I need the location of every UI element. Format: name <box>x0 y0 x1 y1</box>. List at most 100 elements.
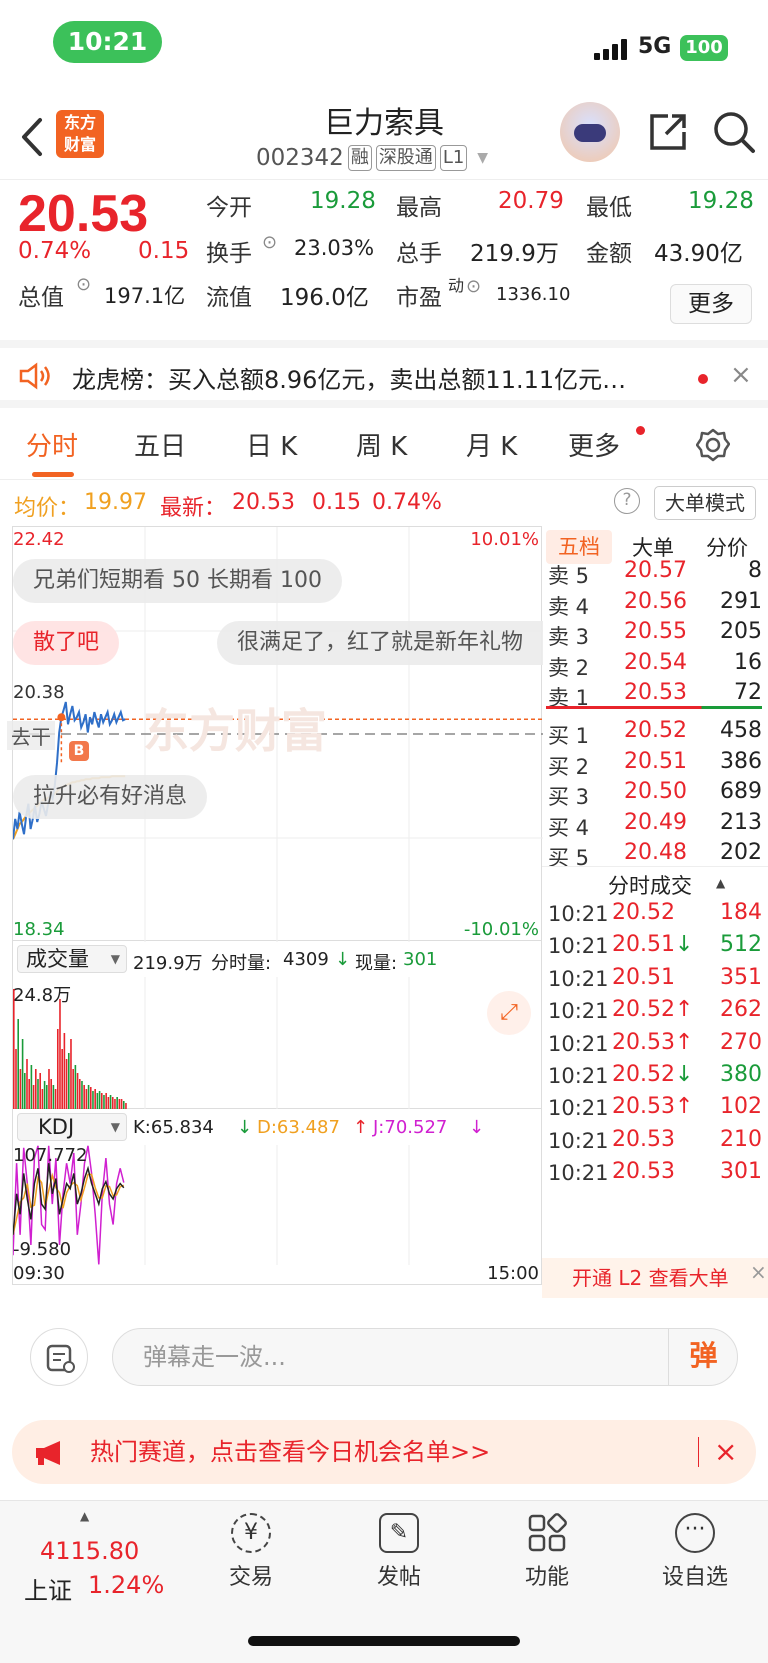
tab-more[interactable]: 更多 <box>568 426 620 463</box>
nav-watchlist[interactable]: ··· 设自选 <box>640 1513 750 1591</box>
info-icon[interactable]: ⊙ <box>262 232 277 253</box>
amount-label: 金额 <box>586 241 632 267</box>
volume-bar <box>122 1101 125 1109</box>
trade-price: 20.52 <box>612 900 675 925</box>
ask-row[interactable]: 卖 3 20.55 205 <box>548 617 762 649</box>
volume-bar <box>54 1089 57 1109</box>
info-icon[interactable]: ⊙ <box>466 276 481 297</box>
trade-price: 20.52↓ <box>612 1062 693 1087</box>
assistant-robot-icon[interactable] <box>560 102 620 162</box>
nav-trade[interactable]: ¥ 交易 <box>196 1513 306 1591</box>
x-start-time: 09:30 <box>13 1263 65 1284</box>
share-icon[interactable] <box>646 110 690 154</box>
order-book: 五档 大单 分价 卖 5 20.57 8 卖 4 20.56 291 卖 3 20.55 205… <box>542 526 768 1298</box>
tab-intraday[interactable]: 分时 <box>26 426 78 463</box>
volume-bar <box>107 1097 110 1109</box>
expand-icon[interactable]: ⤢ <box>487 991 531 1035</box>
bid-row[interactable]: 买 1 20.52 458 <box>548 716 762 748</box>
quote-panel: 20.53 0.74% 0.15 今开 19.28 最高 20.79 最低 19… <box>0 180 768 338</box>
pe-label: 市盈 <box>396 285 442 311</box>
bid-row[interactable]: 买 3 20.50 689 <box>548 777 762 809</box>
close-icon[interactable]: × <box>730 360 752 390</box>
volume-bar <box>89 1087 92 1109</box>
tab-five-day[interactable]: 五日 <box>134 426 186 463</box>
trade-row: 10:21 20.53 210 <box>548 1125 762 1159</box>
stock-code-row[interactable]: 002342 融 深股通 L1 ▼ <box>256 144 488 172</box>
tab-monthly-k[interactable]: 月 K <box>466 426 517 463</box>
trade-volume: 380 <box>720 1062 762 1087</box>
more-dots-icon: ··· <box>675 1513 715 1553</box>
bid-row[interactable]: 买 4 20.49 213 <box>548 808 762 840</box>
chevron-down-icon[interactable]: ▼ <box>477 150 488 166</box>
tab-daily-k[interactable]: 日 K <box>246 426 297 463</box>
bid-row[interactable]: 买 2 20.51 386 <box>548 747 762 779</box>
search-icon[interactable] <box>712 110 756 154</box>
volume-indicator-select[interactable]: 成交量 ▼ <box>17 945 127 973</box>
down-arrow-icon: ↓ <box>237 1117 253 1138</box>
news-ticker[interactable]: 龙虎榜：买入总额8.96亿元，卖出总额11.11亿元… × <box>0 340 768 408</box>
volume-bar <box>63 1033 66 1109</box>
volume-bar <box>39 1073 41 1109</box>
danmaku-bubble[interactable]: 兄弟们短期看 50 长期看 100 <box>13 559 342 603</box>
current-volume-label: 现量: <box>355 953 398 974</box>
promo-banner[interactable]: 热门赛道，点击查看今日机会名单>> × <box>12 1420 756 1484</box>
tab-weekly-k[interactable]: 周 K <box>356 426 407 463</box>
level-price: 20.49 <box>624 809 687 835</box>
trade-time: 10:21 <box>548 1161 609 1186</box>
unread-dot <box>698 374 708 384</box>
danmaku-settings-icon[interactable] <box>30 1328 88 1386</box>
trade-time: 10:21 <box>548 902 609 926</box>
ask-row[interactable]: 卖 2 20.54 16 <box>548 648 762 680</box>
trade-price-value: 20.52 <box>612 997 675 1023</box>
chevron-up-icon[interactable]: ▲ <box>716 876 725 890</box>
avg-label: 均价： <box>14 496 81 521</box>
ask-row[interactable]: 卖 5 20.57 8 <box>548 556 762 588</box>
level-volume: 202 <box>720 840 762 865</box>
nav-functions[interactable]: 功能 <box>492 1513 602 1591</box>
promo-text: 热门赛道，点击查看今日机会名单>> <box>90 1438 491 1466</box>
volume-bar <box>116 1097 118 1109</box>
help-icon[interactable]: ? <box>614 488 640 514</box>
danmaku-bubble[interactable]: 拉升必有好消息 <box>13 775 208 819</box>
more-dot <box>636 426 645 435</box>
ask-row[interactable]: 卖 4 20.56 291 <box>548 587 762 619</box>
danmaku-bubble[interactable]: 去干 <box>7 721 55 750</box>
buy-marker[interactable]: B <box>69 741 89 761</box>
volume-bar <box>56 1029 59 1109</box>
danmaku-send-button[interactable]: 弹 <box>668 1328 738 1386</box>
more-quote-button[interactable]: 更多 <box>670 284 752 324</box>
grid-icon <box>527 1513 567 1553</box>
info-icon[interactable]: ⊙ <box>76 274 91 295</box>
close-icon[interactable]: × <box>714 1420 737 1484</box>
volume-selector-label: 成交量 <box>26 947 89 971</box>
volume-bar <box>28 1079 30 1109</box>
danmaku-input[interactable]: 弹幕走一波... <box>112 1328 738 1386</box>
trade-volume: 184 <box>720 900 762 925</box>
trade-row: 10:21 20.52 184 <box>548 898 762 932</box>
nav-post[interactable]: ✎ 发帖 <box>344 1513 454 1591</box>
l2-upgrade-banner[interactable]: 开通 L2 查看大单 <box>542 1258 768 1298</box>
news-text: 龙虎榜：买入总额8.96亿元，卖出总额11.11亿元… <box>72 366 627 394</box>
volume-bar <box>30 1065 33 1109</box>
big-order-mode-button[interactable]: 大单模式 <box>654 486 756 520</box>
index-ticker[interactable]: ▲ 4115.80 上证 1.24% <box>10 1509 170 1619</box>
trade-price-value: 20.51 <box>612 964 675 990</box>
volume-bar <box>100 1093 103 1109</box>
danmaku-bubble[interactable]: 很满足了，红了就是新年礼物 <box>217 621 543 665</box>
megaphone-icon <box>36 1441 60 1465</box>
open-label: 今开 <box>206 195 252 221</box>
volume-bar <box>81 1081 83 1109</box>
speaker-icon <box>19 362 50 390</box>
trade-price: 20.51 <box>612 965 675 990</box>
volume-total: 219.9万 <box>133 953 203 974</box>
avg-value: 19.97 <box>84 490 147 515</box>
kdj-indicator-select[interactable]: KDJ ▼ <box>17 1113 127 1141</box>
mktcap-label: 总值 <box>18 285 64 311</box>
intraday-chart[interactable]: 东方财富 22.42 10.01% 20.38 18.34 -10.01% 兄弟… <box>7 526 543 942</box>
level-volume: 689 <box>720 779 762 804</box>
close-icon[interactable]: × <box>750 1260 767 1284</box>
danmaku-bubble[interactable]: 散了吧 <box>13 621 120 665</box>
settings-gear-icon[interactable] <box>696 428 730 462</box>
trades-title[interactable]: 分时成交 <box>608 870 692 900</box>
trade-direction-arrow: ↑ <box>674 1029 694 1055</box>
